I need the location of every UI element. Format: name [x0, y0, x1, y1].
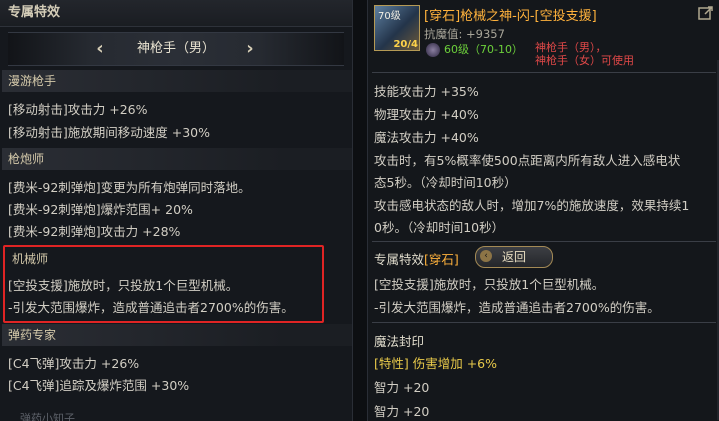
section-title-ammo-expert: 弹药专家 — [2, 324, 352, 346]
section-title-mechanic: 机械师 — [12, 252, 49, 266]
effect-desc-line: 0秒。（冷却时间10秒） — [374, 220, 505, 235]
exclusive-effect-line: -引发大范围爆炸，造成普通追击者2700%的伤害。 — [374, 300, 660, 315]
effect-line: [C4飞弹]追踪及爆炸范围 +30% — [8, 378, 190, 393]
effect-line: [费米-92刺弹炮]变更为所有炮弹同时落地。 — [8, 180, 251, 195]
divider — [372, 72, 716, 73]
divider — [372, 241, 716, 242]
seal-stat-line: 智力 +20 — [374, 404, 430, 419]
effect-line: [C4飞弹]攻击力 +26% — [8, 356, 140, 371]
effect-line: [费米-92刺弹炮]攻击力 +28% — [8, 224, 181, 239]
class-requirement: 神枪手（男）， 神枪手（女）可使用 — [535, 41, 634, 67]
effect-line: [费米-92刺弹炮]爆炸范围+ 20% — [8, 202, 193, 217]
item-title: [穿石]枪械之神-闪-[空投支援] — [424, 9, 597, 24]
resist-value: 抗魔值: +9357 — [424, 27, 505, 41]
exclusive-effect-title: 专属特效[穿石] — [374, 249, 459, 268]
exclusive-effects-panel: 专属特效 ‹ 神枪手（男） › 漫游枪手 [移动射击]攻击力 +26% [移动射… — [0, 0, 353, 421]
effect-desc-line: 攻击感电状态的敌人时，增加7%的施放速度，效果持续1 — [374, 198, 690, 213]
back-arrow-icon: ‹ — [480, 250, 492, 262]
stat-line: 魔法攻击力 +40% — [374, 130, 479, 145]
effect-line: [移动射击]攻击力 +26% — [8, 102, 148, 117]
divider — [372, 322, 716, 323]
exclusive-effect-label: 专属特效 — [374, 252, 425, 267]
effect-line: [移动射击]施放期间移动速度 +30% — [8, 125, 210, 140]
magic-seal-title: 魔法封印 — [374, 334, 425, 349]
level-requirement: 60级（70-10） — [444, 43, 523, 56]
stat-line: 物理攻击力 +40% — [374, 107, 479, 122]
back-button[interactable]: ‹ 返回 — [475, 246, 553, 268]
item-count-label: 20/4 — [393, 39, 418, 50]
section-title-wanderer: 漫游枪手 — [2, 70, 352, 92]
class-requirement-line-1: 神枪手（男）， — [535, 41, 607, 54]
effect-desc-line: 攻击时，有5%概率使500点距离内所有敌人进入感电状 — [374, 153, 681, 168]
seal-trait-line: [特性] 伤害增加 +6% — [374, 356, 498, 371]
panel-title: 专属特效 — [0, 0, 352, 27]
next-class-arrow-icon[interactable]: › — [240, 38, 260, 60]
faded-footer-text: 弹药小知子 — [20, 412, 75, 421]
item-level-label: 70级 — [378, 11, 401, 22]
back-button-label: 返回 — [501, 250, 526, 264]
seal-stat-line: 智力 +20 — [374, 380, 430, 395]
section-title-gunner: 枪炮师 — [2, 148, 352, 170]
exclusive-effect-tag: [穿石] — [424, 252, 459, 267]
effect-line: [空投支援]施放时，只投放1个巨型机械。 — [8, 278, 239, 293]
item-tooltip-panel: 70级 20/4 [穿石]枪械之神-闪-[空投支援] 抗魔值: +9357 60… — [367, 0, 719, 421]
exclusive-effect-line: [空投支援]施放时，只投放1个巨型机械。 — [374, 277, 605, 292]
share-icon[interactable] — [698, 5, 714, 21]
effect-line: -引发大范围爆炸，造成普通追击者2700%的伤害。 — [8, 300, 294, 315]
effect-desc-line: 态5秒。（冷却时间10秒） — [374, 175, 517, 190]
level-badge-icon — [426, 43, 440, 57]
item-icon[interactable]: 70级 20/4 — [374, 5, 420, 51]
class-requirement-line-2: 神枪手（女）可使用 — [535, 54, 634, 67]
prev-class-arrow-icon[interactable]: ‹ — [90, 38, 110, 60]
selected-class-name: 神枪手（男） — [136, 41, 215, 56]
class-selector: ‹ 神枪手（男） › — [8, 32, 344, 66]
stat-line: 技能攻击力 +35% — [374, 84, 479, 99]
